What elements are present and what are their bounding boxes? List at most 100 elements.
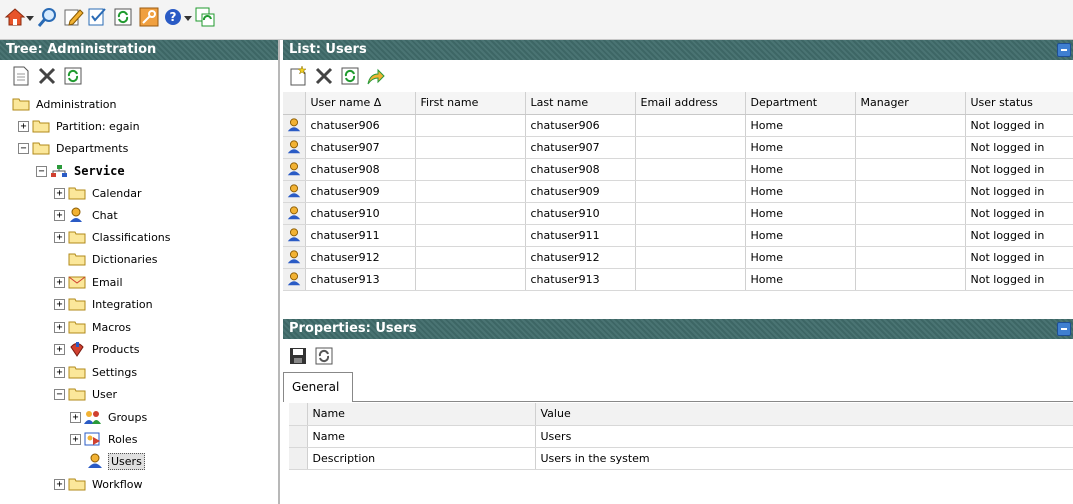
expand-icon[interactable]: +	[54, 209, 65, 221]
expand-icon[interactable]: +	[70, 433, 81, 445]
expand-icon[interactable]: +	[54, 187, 65, 199]
cell-department: Home	[745, 202, 856, 225]
refresh-icon[interactable]	[62, 65, 84, 87]
cell-email	[635, 180, 746, 203]
expand-icon[interactable]: +	[54, 298, 65, 310]
column-header-user-status[interactable]: User status	[965, 92, 1073, 115]
collapse-icon[interactable]: −	[36, 165, 47, 177]
column-header-last-name[interactable]: Last name	[525, 92, 636, 115]
cell-user-name: chatuser912	[305, 246, 416, 269]
key-icon[interactable]	[138, 6, 160, 28]
tree-node-service[interactable]: − Service	[36, 161, 127, 181]
folder-icon	[32, 140, 50, 156]
table-row[interactable]: chatuser907 chatuser907 Home Not logged in	[283, 136, 1073, 159]
new-item-icon[interactable]	[287, 65, 309, 87]
tree-node-workflow[interactable]: + Workflow	[54, 474, 145, 494]
table-row[interactable]: chatuser912 chatuser912 Home Not logged in	[283, 246, 1073, 269]
row-stub	[289, 447, 308, 470]
tree-node-integration[interactable]: + Integration	[54, 294, 155, 314]
save-icon[interactable]	[287, 345, 309, 367]
tree-node-chat[interactable]: + Chat	[54, 205, 120, 225]
property-name: Name	[307, 425, 536, 448]
delete-icon[interactable]	[313, 65, 335, 87]
cell-email	[635, 224, 746, 247]
cell-last-name: chatuser913	[525, 268, 636, 291]
edit-icon[interactable]	[62, 6, 84, 28]
cell-department: Home	[745, 180, 856, 203]
collapse-icon[interactable]: −	[18, 142, 29, 154]
sync-icon[interactable]	[194, 6, 216, 28]
expand-icon[interactable]: +	[54, 276, 65, 288]
chevron-down-icon[interactable]	[26, 14, 34, 22]
tree-node-macros[interactable]: + Macros	[54, 317, 133, 337]
property-value[interactable]: Users in the system	[535, 447, 1073, 470]
cell-user-status: Not logged in	[965, 158, 1073, 181]
expand-icon[interactable]: +	[70, 411, 81, 423]
property-row-name[interactable]: Name Users	[289, 425, 1073, 448]
tree-node-label: Products	[92, 342, 140, 356]
cell-first-name	[415, 202, 526, 225]
tree-node-settings[interactable]: + Settings	[54, 362, 139, 382]
cell-manager	[855, 158, 966, 181]
tree-node-groups[interactable]: + Groups	[70, 407, 149, 427]
import-icon[interactable]	[365, 65, 387, 87]
expand-icon[interactable]: +	[54, 231, 65, 243]
expand-icon[interactable]: +	[54, 366, 65, 378]
table-row[interactable]: chatuser906 chatuser906 Home Not logged in	[283, 114, 1073, 137]
property-value[interactable]: Users	[535, 425, 1073, 448]
chevron-down-icon[interactable]	[184, 14, 192, 22]
table-row[interactable]: chatuser910 chatuser910 Home Not logged in	[283, 202, 1073, 225]
delete-icon[interactable]	[36, 65, 58, 87]
expand-icon[interactable]: +	[54, 321, 65, 333]
property-row-description[interactable]: Description Users in the system	[289, 447, 1073, 470]
help-icon[interactable]: ?	[162, 6, 184, 28]
tree-node-label: Administration	[36, 97, 117, 111]
org-chart-icon	[50, 163, 68, 179]
tree-node-departments[interactable]: − Departments	[18, 138, 130, 158]
tab-general[interactable]: General	[283, 372, 353, 402]
new-document-icon[interactable]	[10, 65, 32, 87]
tree-title: Tree: Administration	[6, 42, 157, 57]
tree-node-label: Email	[92, 275, 123, 289]
column-header-user-name[interactable]: User name Δ	[305, 92, 416, 115]
table-row[interactable]: chatuser908 chatuser908 Home Not logged in	[283, 158, 1073, 181]
cell-first-name	[415, 180, 526, 203]
tree-node-products[interactable]: + Products	[54, 339, 142, 359]
tree-node-partition[interactable]: + Partition: egain	[18, 116, 142, 136]
cell-first-name	[415, 268, 526, 291]
home-icon[interactable]	[4, 6, 26, 28]
collapse-icon[interactable]: −	[54, 388, 65, 400]
column-header-department[interactable]: Department	[745, 92, 856, 115]
table-row[interactable]: chatuser913 chatuser913 Home Not logged in	[283, 268, 1073, 291]
expand-icon[interactable]: +	[54, 343, 65, 355]
tree-node-users[interactable]: Users	[86, 451, 145, 471]
minimize-button[interactable]	[1057, 43, 1071, 57]
cell-user-status: Not logged in	[965, 268, 1073, 291]
table-row[interactable]: chatuser911 chatuser911 Home Not logged in	[283, 224, 1073, 247]
tree-node-administration[interactable]: Administration	[12, 94, 119, 114]
column-header-manager[interactable]: Manager	[855, 92, 966, 115]
refresh-icon[interactable]	[112, 6, 134, 28]
refresh-icon[interactable]	[339, 65, 361, 87]
column-header-email[interactable]: Email address	[635, 92, 746, 115]
tree-node-dictionaries[interactable]: Dictionaries	[68, 249, 159, 269]
refresh-icon[interactable]	[313, 345, 335, 367]
search-icon[interactable]	[36, 6, 58, 28]
column-header-first-name[interactable]: First name	[415, 92, 526, 115]
table-row[interactable]: chatuser909 chatuser909 Home Not logged in	[283, 180, 1073, 203]
expand-icon[interactable]: +	[54, 478, 65, 490]
tree-node-user[interactable]: − User	[54, 384, 119, 404]
tree-node-classifications[interactable]: + Classifications	[54, 227, 173, 247]
minimize-button[interactable]	[1057, 322, 1071, 336]
checklist-icon[interactable]	[86, 6, 108, 28]
cell-last-name: chatuser911	[525, 224, 636, 247]
user-icon	[283, 224, 306, 247]
folder-icon	[68, 476, 86, 492]
properties-toolbar	[287, 344, 335, 368]
tree-node-label: Workflow	[92, 477, 143, 491]
expand-icon[interactable]: +	[18, 120, 29, 132]
tree-node-email[interactable]: + Email	[54, 272, 125, 292]
tree-node-roles[interactable]: + Roles	[70, 429, 139, 449]
tree-node-calendar[interactable]: + Calendar	[54, 183, 143, 203]
folder-icon	[68, 364, 86, 380]
